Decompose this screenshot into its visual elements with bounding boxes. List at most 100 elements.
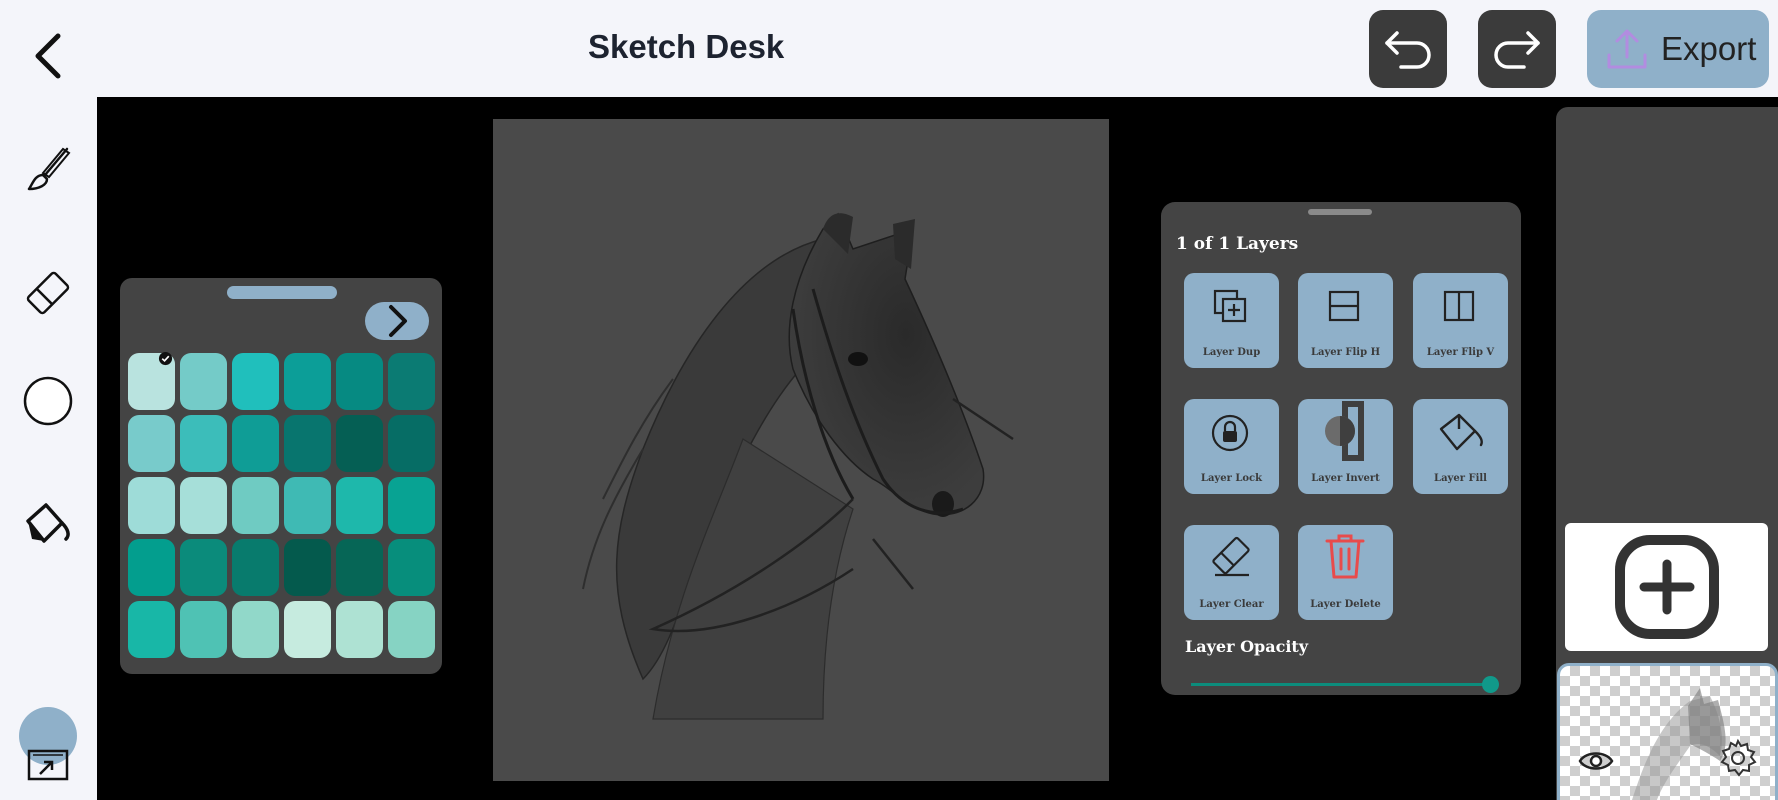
undo-button[interactable] bbox=[1369, 10, 1447, 88]
horse-sketch-artwork bbox=[582, 212, 1014, 720]
undo-icon bbox=[1385, 31, 1431, 69]
flip-vertical-icon bbox=[1443, 290, 1475, 322]
palette-color-cell[interactable] bbox=[284, 353, 331, 410]
layer-opacity-label: Layer Opacity bbox=[1185, 637, 1309, 656]
layer-delete-label: Layer Delete bbox=[1310, 599, 1381, 610]
add-layer-icon bbox=[1614, 535, 1719, 639]
palette-color-cell[interactable] bbox=[336, 353, 383, 410]
fill-bucket-icon bbox=[26, 503, 70, 543]
palette-color-cell[interactable] bbox=[284, 539, 331, 596]
add-layer-button[interactable] bbox=[1565, 523, 1768, 651]
layer-fill-label: Layer Fill bbox=[1434, 473, 1487, 484]
layers-panel: 1 of 1 Layers Layer Dup Layer Flip H Lay… bbox=[1161, 202, 1521, 695]
palette-color-cell[interactable] bbox=[388, 539, 435, 596]
layer-clear-label: Layer Clear bbox=[1199, 599, 1264, 610]
layer-count: 1 of 1 Layers bbox=[1176, 234, 1299, 254]
eye-icon bbox=[1578, 752, 1614, 770]
palette-color-cell[interactable] bbox=[232, 415, 279, 472]
layer-flip-v-label: Layer Flip V bbox=[1426, 347, 1495, 358]
layer-settings-button[interactable] bbox=[1718, 738, 1758, 778]
layer-visibility-toggle[interactable] bbox=[1578, 746, 1614, 776]
palette-color-cell[interactable] bbox=[388, 477, 435, 534]
layer-duplicate-icon bbox=[1213, 289, 1247, 323]
layer-invert-button[interactable]: Layer Invert bbox=[1298, 399, 1393, 494]
palette-color-cell[interactable] bbox=[128, 539, 175, 596]
export-button[interactable]: Export bbox=[1587, 10, 1769, 88]
layer-thumbnail[interactable] bbox=[1557, 663, 1778, 800]
layer-delete-button[interactable]: Layer Delete bbox=[1298, 525, 1393, 620]
layer-strip bbox=[1556, 107, 1778, 800]
brush-icon bbox=[27, 147, 71, 191]
palette-color-cell[interactable] bbox=[180, 477, 227, 534]
flip-horizontal-icon bbox=[1328, 290, 1360, 322]
eraser-icon bbox=[1212, 536, 1250, 577]
shape-circle-icon bbox=[23, 376, 73, 426]
palette-color-cell[interactable] bbox=[180, 353, 227, 410]
invert-icon bbox=[1325, 401, 1364, 461]
eraser-icon bbox=[26, 271, 70, 315]
layer-preview-image bbox=[1631, 688, 1726, 800]
fill-tool[interactable] bbox=[20, 497, 76, 553]
palette-color-cell[interactable] bbox=[232, 477, 279, 534]
fill-bucket-icon bbox=[1439, 413, 1483, 451]
page-title: Sketch Desk bbox=[588, 28, 785, 65]
top-bar: Sketch Desk Export bbox=[0, 0, 1778, 97]
palette-color-cell[interactable] bbox=[232, 353, 279, 410]
palette-color-cell[interactable] bbox=[180, 601, 227, 658]
layer-lock-label: Layer Lock bbox=[1200, 473, 1263, 484]
palette-color-cell[interactable] bbox=[180, 415, 227, 472]
palette-color-cell[interactable] bbox=[128, 415, 175, 472]
back-arrow-icon bbox=[35, 33, 61, 79]
tool-sidebar bbox=[0, 97, 97, 800]
palette-color-cell[interactable] bbox=[128, 601, 175, 658]
layer-fill-button[interactable]: Layer Fill bbox=[1413, 399, 1508, 494]
fit-screen-tool[interactable] bbox=[20, 737, 76, 793]
color-palette-panel bbox=[120, 278, 442, 674]
palette-color-cell[interactable] bbox=[336, 477, 383, 534]
drawing-canvas[interactable] bbox=[493, 119, 1109, 781]
gear-icon bbox=[1720, 738, 1757, 777]
layer-dup-label: Layer Dup bbox=[1202, 347, 1261, 358]
layer-clear-button[interactable]: Layer Clear bbox=[1184, 525, 1279, 620]
palette-grid bbox=[128, 351, 435, 658]
layer-invert-label: Layer Invert bbox=[1311, 473, 1380, 484]
layer-opacity-slider[interactable] bbox=[1191, 674, 1501, 694]
brush-tool[interactable] bbox=[20, 142, 76, 198]
layer-flip-h-label: Layer Flip H bbox=[1310, 347, 1381, 358]
redo-button[interactable] bbox=[1478, 10, 1556, 88]
redo-icon bbox=[1494, 31, 1540, 69]
palette-color-cell[interactable] bbox=[232, 601, 279, 658]
back-button[interactable] bbox=[28, 28, 68, 84]
palette-drag-handle[interactable] bbox=[227, 286, 337, 299]
layer-flip-v-button[interactable]: Layer Flip V bbox=[1413, 273, 1508, 368]
layers-drag-handle[interactable] bbox=[1308, 209, 1372, 215]
palette-color-cell[interactable] bbox=[284, 415, 331, 472]
slider-track bbox=[1191, 683, 1491, 686]
export-label: Export bbox=[1661, 30, 1757, 67]
shape-tool[interactable] bbox=[20, 373, 76, 429]
palette-next-button[interactable] bbox=[365, 302, 429, 340]
palette-color-cell[interactable] bbox=[336, 601, 383, 658]
palette-color-cell[interactable] bbox=[388, 353, 435, 410]
palette-color-cell[interactable] bbox=[128, 351, 175, 410]
palette-color-cell[interactable] bbox=[232, 539, 279, 596]
slider-knob[interactable] bbox=[1482, 676, 1499, 693]
trash-icon bbox=[1325, 534, 1365, 579]
layer-flip-h-button[interactable]: Layer Flip H bbox=[1298, 273, 1393, 368]
layer-lock-button[interactable]: Layer Lock bbox=[1184, 399, 1279, 494]
palette-color-cell[interactable] bbox=[388, 415, 435, 472]
palette-color-cell[interactable] bbox=[284, 477, 331, 534]
chevron-right-icon bbox=[389, 305, 407, 337]
lock-icon bbox=[1211, 414, 1249, 452]
palette-color-cell[interactable] bbox=[284, 601, 331, 658]
fit-screen-icon bbox=[27, 749, 69, 781]
eraser-tool[interactable] bbox=[20, 265, 76, 321]
palette-color-cell[interactable] bbox=[336, 415, 383, 472]
upload-icon bbox=[1607, 29, 1647, 69]
palette-color-cell[interactable] bbox=[180, 539, 227, 596]
workspace: 1 of 1 Layers Layer Dup Layer Flip H Lay… bbox=[97, 97, 1778, 800]
layer-dup-button[interactable]: Layer Dup bbox=[1184, 273, 1279, 368]
palette-color-cell[interactable] bbox=[388, 601, 435, 658]
palette-color-cell[interactable] bbox=[336, 539, 383, 596]
palette-color-cell[interactable] bbox=[128, 477, 175, 534]
